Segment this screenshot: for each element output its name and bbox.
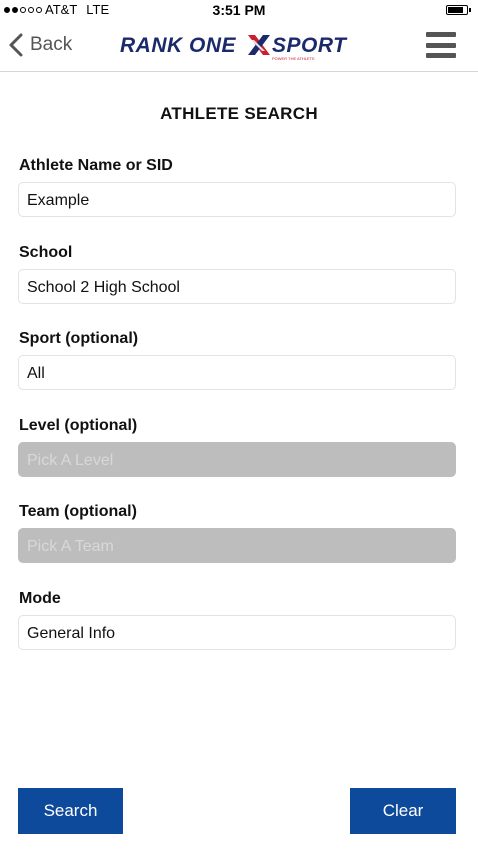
search-button[interactable]: Search xyxy=(18,788,123,834)
status-time: 3:51 PM xyxy=(212,2,266,18)
athlete-name-input[interactable]: Example xyxy=(18,182,456,217)
sport-select[interactable]: All xyxy=(18,355,456,390)
level-select[interactable]: Pick A Level xyxy=(18,442,456,477)
chevron-left-icon xyxy=(9,33,23,57)
nav-bar: Back RANK ONE SPORT POWER THE ATHLETE xyxy=(0,20,478,72)
back-label: Back xyxy=(30,34,73,55)
rank-one-sport-logo: RANK ONE SPORT POWER THE ATHLETE xyxy=(120,34,347,61)
page-title: ATHLETE SEARCH xyxy=(160,104,318,123)
battery-icon xyxy=(446,5,471,15)
sport-label: Sport (optional) xyxy=(19,330,139,347)
school-label: School xyxy=(19,244,73,261)
hamburger-menu-icon[interactable] xyxy=(426,32,456,58)
team-label: Team (optional) xyxy=(19,503,137,520)
mode-label: Mode xyxy=(19,590,61,607)
athlete-name-label: Athlete Name or SID xyxy=(19,157,173,174)
status-bar: AT&T LTE 3:51 PM xyxy=(0,0,478,20)
back-button[interactable]: Back xyxy=(8,33,72,57)
mode-select[interactable]: General Info xyxy=(18,615,456,650)
clear-button[interactable]: Clear xyxy=(350,788,456,834)
team-select[interactable]: Pick A Team xyxy=(18,528,456,563)
level-label: Level (optional) xyxy=(19,417,138,434)
logo-x-icon xyxy=(248,35,270,55)
school-select[interactable]: School 2 High School xyxy=(18,269,456,304)
